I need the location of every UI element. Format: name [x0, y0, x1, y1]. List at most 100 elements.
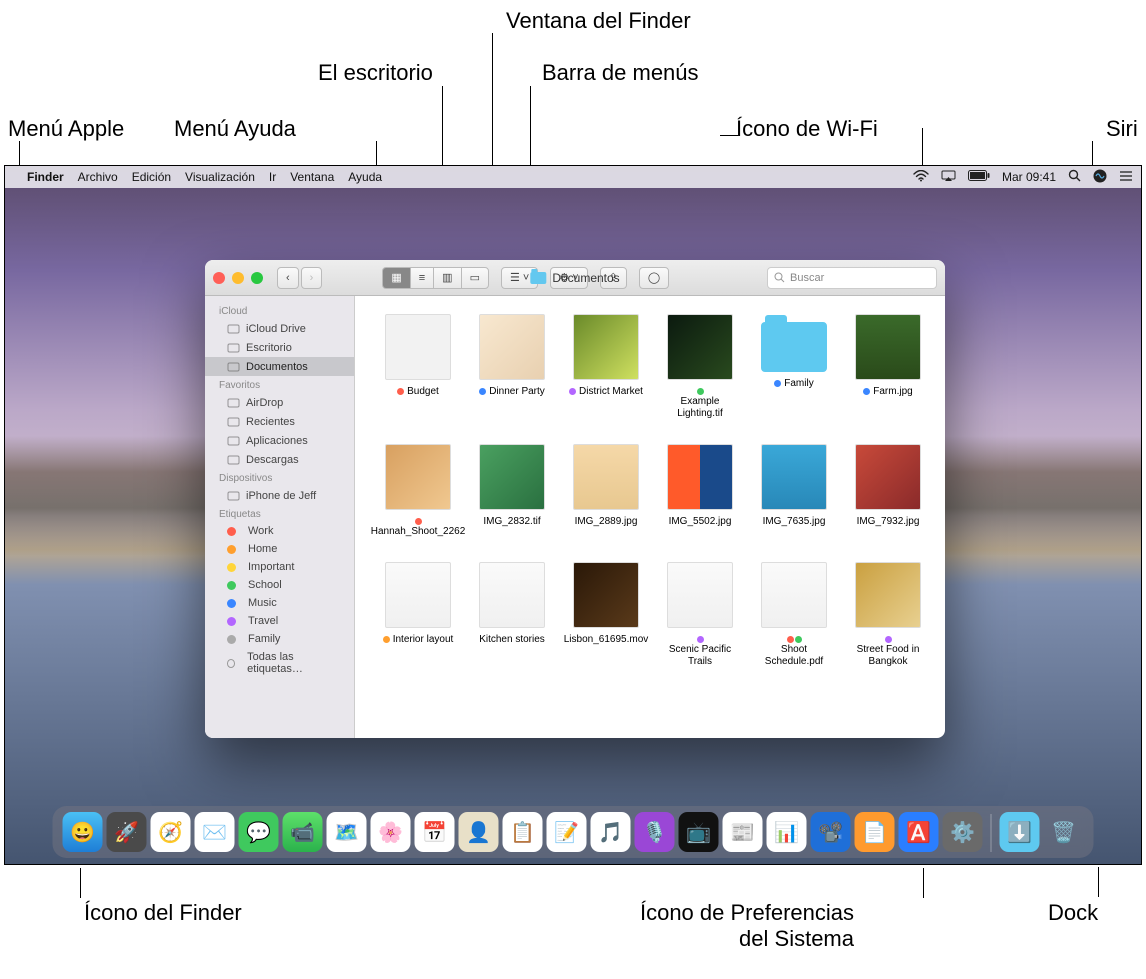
- siri-icon[interactable]: [1093, 169, 1107, 186]
- search-input[interactable]: Buscar: [767, 267, 937, 289]
- sidebar-item-escritorio[interactable]: Escritorio: [205, 338, 354, 357]
- file-item[interactable]: Dinner Party: [471, 314, 553, 420]
- file-item[interactable]: Hannah_Shoot_2262: [377, 444, 459, 538]
- file-thumbnail: [761, 444, 827, 510]
- sidebar-item-icloud-drive[interactable]: iCloud Drive: [205, 319, 354, 338]
- sidebar-item-recientes[interactable]: Recientes: [205, 412, 354, 431]
- file-item[interactable]: Family: [753, 314, 835, 420]
- app-menu[interactable]: Finder: [27, 170, 64, 184]
- finder-content[interactable]: BudgetDinner PartyDistrict Market Example…: [355, 296, 945, 738]
- menu-ayuda[interactable]: Ayuda: [348, 170, 382, 184]
- dock-reminders-icon[interactable]: 📋: [503, 812, 543, 852]
- dock-pages-icon[interactable]: 📄: [855, 812, 895, 852]
- callout-finder-window: Ventana del Finder: [506, 8, 691, 34]
- file-name: Scenic Pacific Trails: [659, 634, 741, 668]
- dock-news-icon[interactable]: 📰: [723, 812, 763, 852]
- view-list-button[interactable]: ≡: [410, 267, 433, 289]
- file-tag-dot: [787, 636, 794, 643]
- sidebar-item-iphone-de-jeff[interactable]: iPhone de Jeff: [205, 486, 354, 505]
- battery-icon[interactable]: [968, 170, 990, 184]
- file-tag-dot: [885, 636, 892, 643]
- sidebar-item-family[interactable]: Family: [205, 630, 354, 648]
- back-button[interactable]: ‹: [277, 267, 299, 289]
- spotlight-icon[interactable]: [1068, 169, 1081, 185]
- dock-podcasts-icon[interactable]: 🎙️: [635, 812, 675, 852]
- view-column-button[interactable]: ▥: [433, 267, 460, 289]
- dock-tv-icon[interactable]: 📺: [679, 812, 719, 852]
- sidebar-item-descargas[interactable]: Descargas: [205, 450, 354, 469]
- dock-safari-icon[interactable]: 🧭: [151, 812, 191, 852]
- sidebar-item-documentos[interactable]: Documentos: [205, 357, 354, 376]
- notification-center-icon[interactable]: [1119, 170, 1133, 185]
- sidebar-item-aplicaciones[interactable]: Aplicaciones: [205, 431, 354, 450]
- file-item[interactable]: Example Lighting.tif: [659, 314, 741, 420]
- sidebar-item-label: iCloud Drive: [246, 323, 306, 335]
- menu-archivo[interactable]: Archivo: [78, 170, 118, 184]
- file-item[interactable]: IMG_7635.jpg: [753, 444, 835, 538]
- sidebar-item-travel[interactable]: Travel: [205, 612, 354, 630]
- menu-edicion[interactable]: Edición: [132, 170, 171, 184]
- sidebar-item-important[interactable]: Important: [205, 558, 354, 576]
- dock-photos-icon[interactable]: 🌸: [371, 812, 411, 852]
- airplay-icon[interactable]: [941, 170, 956, 185]
- sidebar-item-label: School: [248, 579, 282, 591]
- dock-appstore-icon[interactable]: 🅰️: [899, 812, 939, 852]
- callout-siri: Siri: [1106, 116, 1138, 142]
- file-item[interactable]: Lisbon_61695.mov: [565, 562, 647, 668]
- file-thumbnail: [573, 562, 639, 628]
- file-tag-dot: [863, 388, 870, 395]
- menu-visualizacion[interactable]: Visualización: [185, 170, 255, 184]
- file-item[interactable]: Interior layout: [377, 562, 459, 668]
- dock-mail-icon[interactable]: ✉️: [195, 812, 235, 852]
- menu-ventana[interactable]: Ventana: [290, 170, 334, 184]
- sidebar-item-todas-las-etiquetas-[interactable]: Todas las etiquetas…: [205, 648, 354, 678]
- file-thumbnail: [667, 314, 733, 380]
- desktop[interactable]: Finder Archivo Edición Visualización Ir …: [4, 165, 1142, 865]
- file-item[interactable]: District Market: [565, 314, 647, 420]
- zoom-button[interactable]: [251, 272, 263, 284]
- file-item[interactable]: IMG_2832.tif: [471, 444, 553, 538]
- file-item[interactable]: IMG_7932.jpg: [847, 444, 929, 538]
- file-name: Example Lighting.tif: [659, 386, 741, 420]
- sidebar-item-label: Travel: [248, 615, 278, 627]
- file-item[interactable]: Street Food in Bangkok: [847, 562, 929, 668]
- sidebar-item-music[interactable]: Music: [205, 594, 354, 612]
- sidebar-item-airdrop[interactable]: AirDrop: [205, 393, 354, 412]
- tags-button[interactable]: ◯: [639, 267, 669, 289]
- tag-dot-icon: [227, 563, 236, 572]
- wifi-icon[interactable]: [913, 170, 929, 185]
- sidebar-item-school[interactable]: School: [205, 576, 354, 594]
- file-item[interactable]: Shoot Schedule.pdf: [753, 562, 835, 668]
- file-item[interactable]: Farm.jpg: [847, 314, 929, 420]
- file-item[interactable]: IMG_5502.jpg: [659, 444, 741, 538]
- close-button[interactable]: [213, 272, 225, 284]
- file-item[interactable]: Budget: [377, 314, 459, 420]
- dock-trash-icon[interactable]: 🗑️: [1044, 812, 1084, 852]
- sidebar-item-work[interactable]: Work: [205, 522, 354, 540]
- clock[interactable]: Mar 09:41: [1002, 170, 1056, 184]
- dock-facetime-icon[interactable]: 📹: [283, 812, 323, 852]
- dock-keynote-icon[interactable]: 📽️: [811, 812, 851, 852]
- file-item[interactable]: Kitchen stories: [471, 562, 553, 668]
- minimize-button[interactable]: [232, 272, 244, 284]
- dock-launchpad-icon[interactable]: 🚀: [107, 812, 147, 852]
- dock-finder-icon[interactable]: 😀: [63, 812, 103, 852]
- dock-notes-icon[interactable]: 📝: [547, 812, 587, 852]
- dock-systempreferences-icon[interactable]: ⚙️: [943, 812, 983, 852]
- dock-downloads-icon[interactable]: ⬇️: [1000, 812, 1040, 852]
- dock-numbers-icon[interactable]: 📊: [767, 812, 807, 852]
- dock-messages-icon[interactable]: 💬: [239, 812, 279, 852]
- view-icon-button[interactable]: ▦: [382, 267, 409, 289]
- dock-contacts-icon[interactable]: 👤: [459, 812, 499, 852]
- view-gallery-button[interactable]: ▭: [461, 267, 489, 289]
- finder-titlebar[interactable]: ‹ › ▦ ≡ ▥ ▭ ☰ ˅ ⚙ ˅ ⇪ ◯ Documentos Busca…: [205, 260, 945, 296]
- dock-calendar-icon[interactable]: 📅: [415, 812, 455, 852]
- file-item[interactable]: IMG_2889.jpg: [565, 444, 647, 538]
- file-name: IMG_7635.jpg: [763, 516, 826, 528]
- menu-ir[interactable]: Ir: [269, 170, 276, 184]
- file-item[interactable]: Scenic Pacific Trails: [659, 562, 741, 668]
- dock-maps-icon[interactable]: 🗺️: [327, 812, 367, 852]
- sidebar-item-home[interactable]: Home: [205, 540, 354, 558]
- dock-music-icon[interactable]: 🎵: [591, 812, 631, 852]
- forward-button[interactable]: ›: [301, 267, 323, 289]
